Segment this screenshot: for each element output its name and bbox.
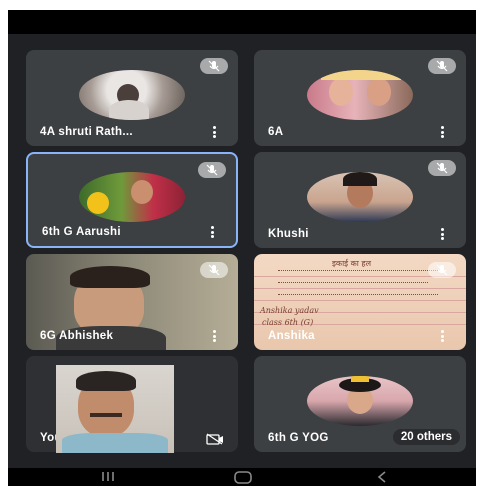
meeting-screen: 4A shruti Rath... 6A 6th G Aarushi Khush…: [8, 10, 476, 486]
participant-avatar: [79, 172, 185, 222]
participant-name: 6G Abhishek: [40, 330, 114, 342]
participant-tile[interactable]: 6th G Aarushi: [26, 152, 238, 248]
participant-name: 6A: [268, 126, 284, 138]
participant-name: Khushi: [268, 228, 309, 240]
participant-name: 4A shruti Rath...: [40, 126, 133, 138]
participant-tile[interactable]: इकाई का हल Anshika yadav class 6th (G) A…: [254, 254, 466, 350]
participant-avatar: [307, 172, 413, 222]
participant-avatar: [307, 70, 413, 120]
participant-name: Anshika: [268, 330, 315, 342]
more-vert-icon[interactable]: [441, 126, 444, 138]
more-vert-icon[interactable]: [441, 228, 444, 240]
mic-off-icon: [200, 58, 228, 74]
note-heading: इकाई का हल: [332, 259, 372, 268]
status-bar: [8, 10, 476, 34]
others-count-badge[interactable]: 20 others: [392, 429, 460, 445]
more-vert-icon[interactable]: [211, 226, 214, 238]
participant-name: 6th G Aarushi: [42, 226, 121, 238]
note-class: class 6th (G): [262, 318, 314, 327]
mic-off-icon: [428, 160, 456, 176]
participant-avatar: [79, 70, 185, 120]
participant-name: 6th G YOG: [268, 432, 329, 444]
participant-avatar: [307, 376, 413, 426]
self-camera-preview: [56, 365, 174, 453]
mic-off-icon: [198, 162, 226, 178]
home-icon[interactable]: [233, 470, 253, 486]
more-vert-icon[interactable]: [441, 330, 444, 342]
participant-tile[interactable]: 6A: [254, 50, 466, 146]
recents-icon[interactable]: [100, 470, 116, 485]
participant-tile[interactable]: 6th G YOG 20 others: [254, 356, 466, 452]
participant-tile[interactable]: 4A shruti Rath...: [26, 50, 238, 146]
mic-off-icon: [428, 58, 456, 74]
more-vert-icon[interactable]: [213, 330, 216, 342]
mic-off-icon: [428, 262, 456, 278]
self-view-icon[interactable]: [206, 432, 224, 445]
more-vert-icon[interactable]: [213, 126, 216, 138]
mic-off-icon: [200, 262, 228, 278]
participant-tile[interactable]: 6G Abhishek: [26, 254, 238, 350]
participant-tile[interactable]: Khushi: [254, 152, 466, 248]
navigation-bar: [8, 468, 476, 486]
back-icon[interactable]: [376, 470, 388, 486]
note-student-name: Anshika yadav: [260, 306, 319, 315]
